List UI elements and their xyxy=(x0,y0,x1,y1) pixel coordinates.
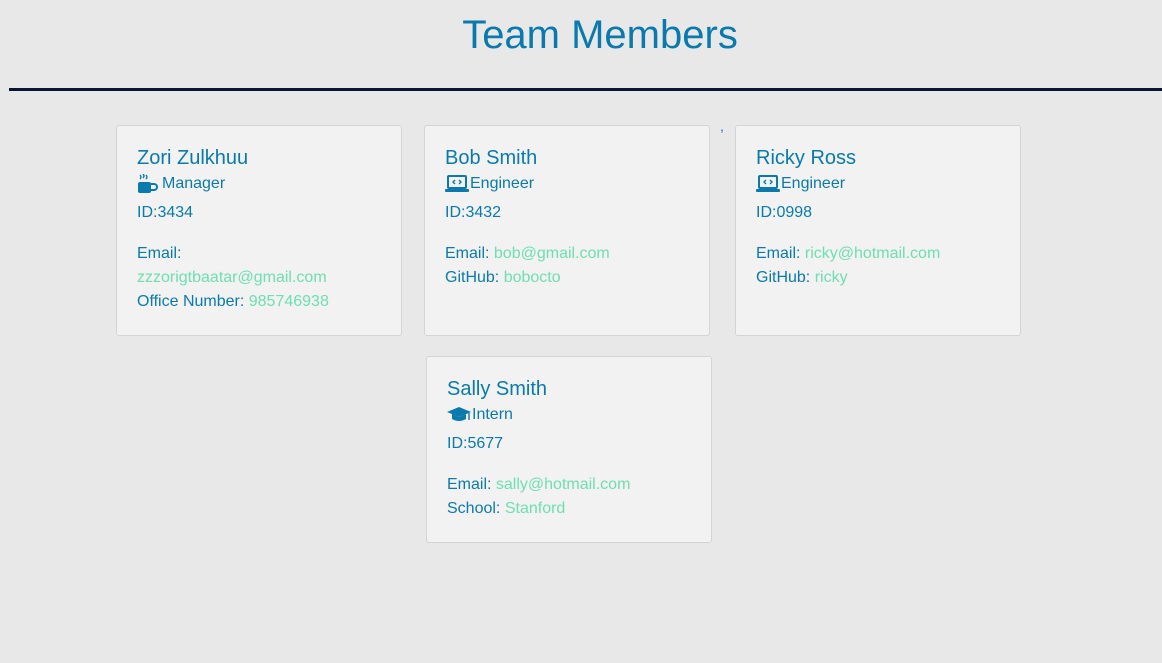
github-label: GitHub: xyxy=(756,269,811,286)
member-name: Ricky Ross xyxy=(756,147,857,169)
member-id: ID:3432 xyxy=(445,204,502,221)
member-github-row: GitHub: ricky xyxy=(756,266,1000,290)
member-card-intern: Sally Smith Intern ID:5677 Email: sally@… xyxy=(426,356,712,543)
member-role-label: Engineer xyxy=(781,175,846,192)
coffee-mug-icon xyxy=(137,174,159,194)
member-name: Zori Zulkhuu xyxy=(137,147,249,169)
email-link[interactable]: bob@gmail.com xyxy=(494,245,610,262)
email-label: Email: xyxy=(445,245,490,262)
github-label: GitHub: xyxy=(445,269,500,286)
member-id: ID:0998 xyxy=(756,204,813,221)
member-email-row: Email: ricky@hotmail.com xyxy=(756,242,1000,266)
member-role: Engineer xyxy=(756,173,1000,195)
member-email-row: Email: zzzorigtbaatar@gmail.com xyxy=(137,242,381,290)
member-github-row: GitHub: bobocto xyxy=(445,266,689,290)
school-value: Stanford xyxy=(504,500,566,517)
member-name: Sally Smith xyxy=(447,378,548,400)
email-label: Email: xyxy=(756,245,801,262)
office-number-value: 985746938 xyxy=(248,293,329,310)
member-card-manager: Zori Zulkhuu Manager ID:3434 Email: zzzo… xyxy=(116,125,402,336)
member-role-label: Intern xyxy=(472,406,513,423)
member-role: Manager xyxy=(137,173,381,195)
member-role: Intern xyxy=(447,404,691,426)
stray-comma: , xyxy=(720,118,724,134)
member-role: Engineer xyxy=(445,173,689,195)
header-divider xyxy=(9,88,1162,91)
laptop-code-icon xyxy=(445,174,469,194)
email-link[interactable]: sally@hotmail.com xyxy=(496,476,631,493)
email-label: Email: xyxy=(137,245,182,262)
school-label: School: xyxy=(447,500,501,517)
member-card-engineer: Bob Smith Engineer ID:3432 Email: bob@gm… xyxy=(424,125,710,336)
member-office-row: Office Number: 985746938 xyxy=(137,290,381,314)
member-id: ID:3434 xyxy=(137,204,194,221)
member-id: ID:5677 xyxy=(447,435,504,452)
member-card-engineer: Ricky Ross Engineer ID:0998 Email: ricky… xyxy=(735,125,1021,336)
email-link[interactable]: zzzorigtbaatar@gmail.com xyxy=(137,266,381,290)
member-role-label: Manager xyxy=(162,175,226,192)
laptop-code-icon xyxy=(756,174,780,194)
email-label: Email: xyxy=(447,476,492,493)
graduation-cap-icon xyxy=(447,405,471,425)
member-email-row: Email: bob@gmail.com xyxy=(445,242,689,266)
member-email-row: Email: sally@hotmail.com xyxy=(447,473,691,497)
github-link[interactable]: ricky xyxy=(815,269,848,286)
email-link[interactable]: ricky@hotmail.com xyxy=(805,245,940,262)
member-role-label: Engineer xyxy=(470,175,535,192)
member-name: Bob Smith xyxy=(445,147,538,169)
page-title: Team Members xyxy=(462,13,738,57)
github-link[interactable]: bobocto xyxy=(504,269,561,286)
office-number-label: Office Number: xyxy=(137,293,245,310)
member-school-row: School: Stanford xyxy=(447,497,691,521)
